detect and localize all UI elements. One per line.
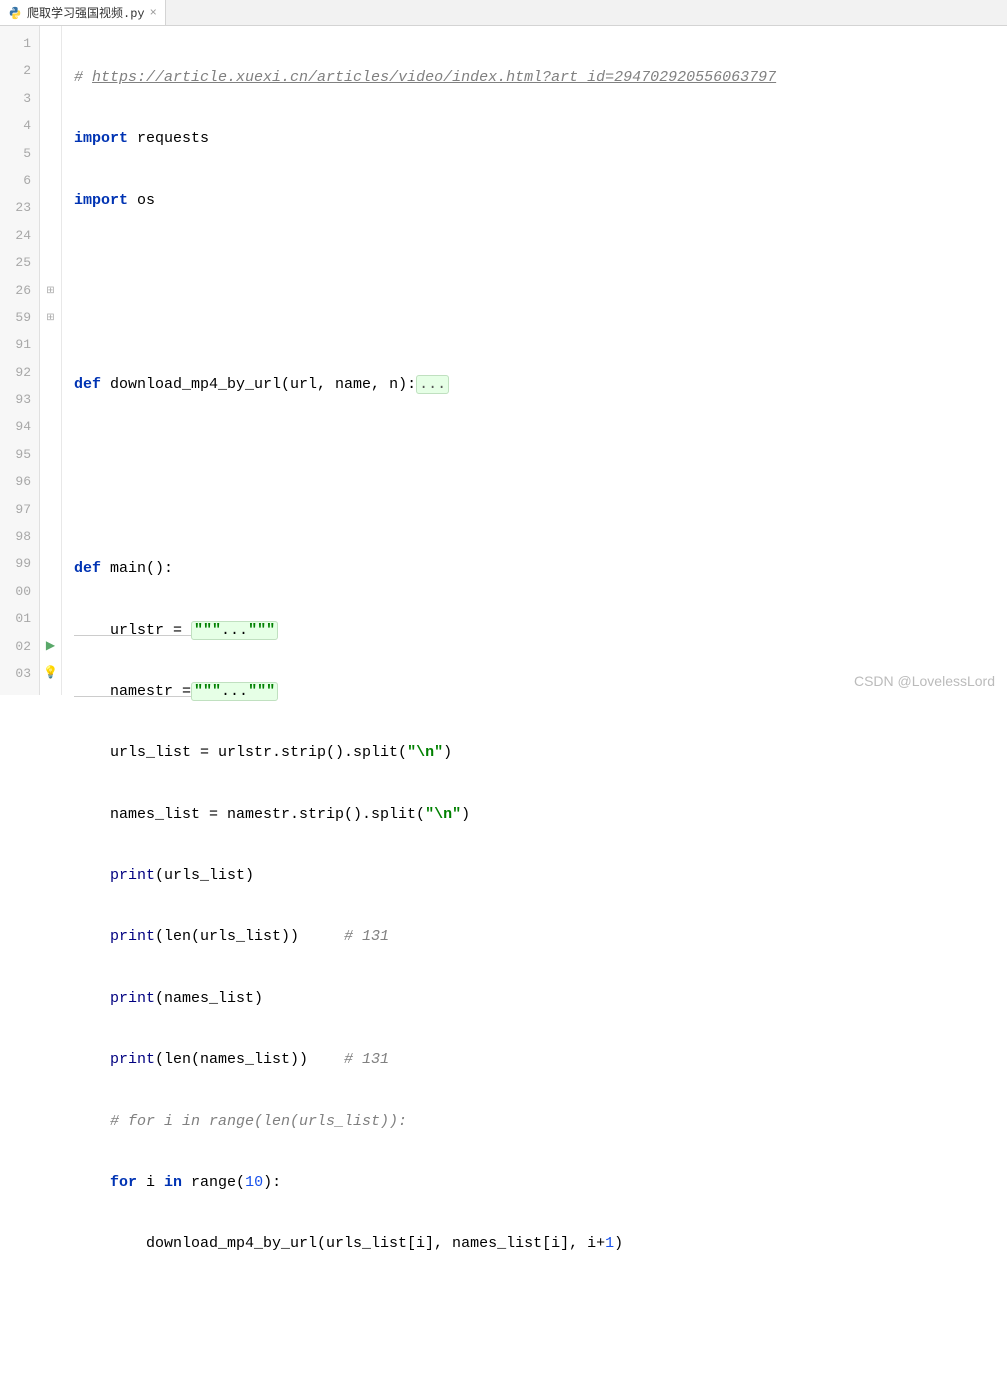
code-line: import os — [62, 187, 1007, 214]
line-number: 94 — [0, 413, 39, 440]
watermark: CSDN @LovelessLord — [854, 673, 995, 689]
marker-gutter: ⊞ ⊞ ▶ 💡 — [40, 26, 62, 695]
line-number: 24 — [0, 222, 39, 249]
line-number: 92 — [0, 359, 39, 386]
line-number: 02 — [0, 633, 39, 660]
line-number: 23 — [0, 194, 39, 221]
line-number: 91 — [0, 331, 39, 358]
intention-bulb-icon[interactable]: 💡 — [43, 666, 58, 680]
line-number: 1 — [0, 30, 39, 57]
line-number: 4 — [0, 112, 39, 139]
code-line: names_list = namestr.strip().split("\n") — [62, 801, 1007, 828]
fold-expand-icon[interactable]: ⊞ — [46, 286, 54, 297]
code-line: def main(): — [62, 555, 1007, 582]
line-number: 95 — [0, 441, 39, 468]
code-line: def download_mp4_by_url(url, name, n):..… — [62, 371, 1007, 398]
code-line: print(len(names_list)) # 131 — [62, 1046, 1007, 1073]
code-line: # https://article.xuexi.cn/articles/vide… — [62, 64, 1007, 91]
line-number: 25 — [0, 249, 39, 276]
line-number: 01 — [0, 605, 39, 632]
line-number: 3 — [0, 85, 39, 112]
python-file-icon — [8, 6, 22, 20]
close-icon[interactable]: × — [150, 6, 157, 20]
line-number: 26 — [0, 277, 39, 304]
line-number: 98 — [0, 523, 39, 550]
line-number-gutter: 1 2 3 4 5 6 23 24 25 26 59 91 92 93 94 9… — [0, 26, 40, 695]
line-number: 5 — [0, 140, 39, 167]
tab-bar: 爬取学习强国视频.py × — [0, 0, 1007, 26]
code-line — [62, 248, 1007, 275]
tab-filename: 爬取学习强国视频.py — [27, 4, 145, 21]
code-line: print(len(urls_list)) # 131 — [62, 923, 1007, 950]
line-number: 96 — [0, 468, 39, 495]
code-area[interactable]: # https://article.xuexi.cn/articles/vide… — [62, 26, 1007, 695]
line-number: 6 — [0, 167, 39, 194]
code-line — [62, 1353, 1007, 1380]
line-number: 03 — [0, 660, 39, 687]
code-line: print(urls_list) — [62, 862, 1007, 889]
editor: 1 2 3 4 5 6 23 24 25 26 59 91 92 93 94 9… — [0, 26, 1007, 695]
code-line: download_mp4_by_url(urls_list[i], names_… — [62, 1230, 1007, 1257]
code-line: for i in range(10): — [62, 1169, 1007, 1196]
line-number: 2 — [0, 57, 39, 84]
file-tab[interactable]: 爬取学习强国视频.py × — [0, 0, 166, 25]
folded-region[interactable]: ... — [416, 375, 449, 394]
line-number: 97 — [0, 496, 39, 523]
code-line: import requests — [62, 125, 1007, 152]
run-icon[interactable]: ▶ — [46, 639, 55, 653]
line-number: 59 — [0, 304, 39, 331]
line-number: 99 — [0, 550, 39, 577]
code-line — [62, 310, 1007, 337]
line-number: 93 — [0, 386, 39, 413]
code-line: # for i in range(len(urls_list)): — [62, 1108, 1007, 1135]
fold-expand-icon[interactable]: ⊞ — [46, 313, 54, 324]
code-line — [62, 1292, 1007, 1319]
code-line — [62, 432, 1007, 459]
code-line: urls_list = urlstr.strip().split("\n") — [62, 739, 1007, 766]
code-line: urlstr = """...""" — [62, 617, 1007, 644]
line-number: 00 — [0, 578, 39, 605]
code-line: print(names_list) — [62, 985, 1007, 1012]
code-line — [62, 494, 1007, 521]
